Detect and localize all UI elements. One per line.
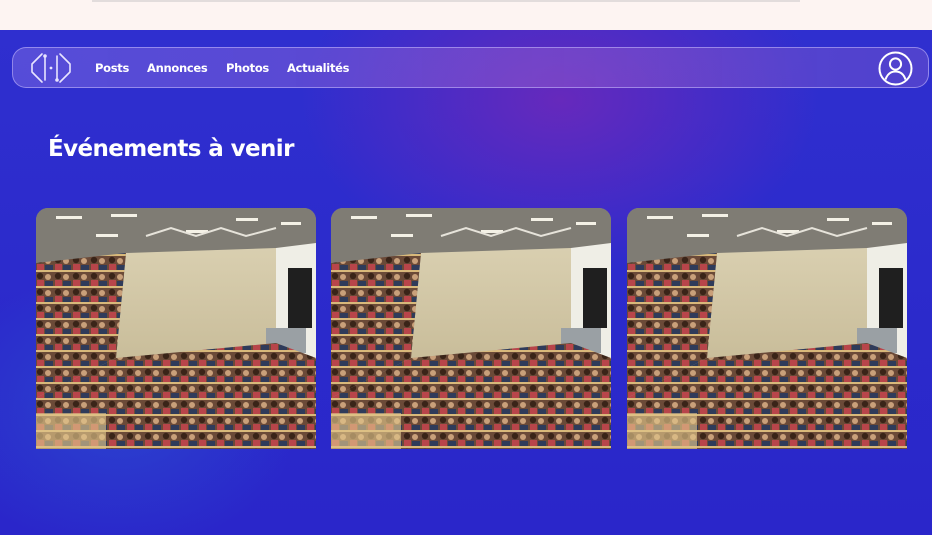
nav-link-posts[interactable]: Posts bbox=[95, 61, 129, 75]
nav-link-actualites[interactable]: Actualités bbox=[287, 61, 349, 75]
lecture-hall-photo bbox=[36, 208, 316, 449]
user-circle-icon[interactable] bbox=[878, 51, 913, 86]
lecture-hall-photo bbox=[627, 208, 907, 449]
events-section-title: Événements à venir bbox=[48, 136, 294, 162]
top-strip bbox=[0, 0, 932, 30]
lecture-hall-photo bbox=[331, 208, 611, 449]
nav-link-photos[interactable]: Photos bbox=[226, 61, 269, 75]
navbar: Posts Annonces Photos Actualités bbox=[12, 47, 929, 88]
hero-section: Posts Annonces Photos Actualités Événeme… bbox=[0, 30, 932, 535]
event-card[interactable] bbox=[36, 208, 316, 449]
top-divider bbox=[92, 0, 800, 2]
code-brackets-logo-icon[interactable] bbox=[28, 51, 74, 85]
event-card[interactable] bbox=[627, 208, 907, 449]
event-card[interactable] bbox=[331, 208, 611, 449]
nav-link-annonces[interactable]: Annonces bbox=[147, 61, 208, 75]
